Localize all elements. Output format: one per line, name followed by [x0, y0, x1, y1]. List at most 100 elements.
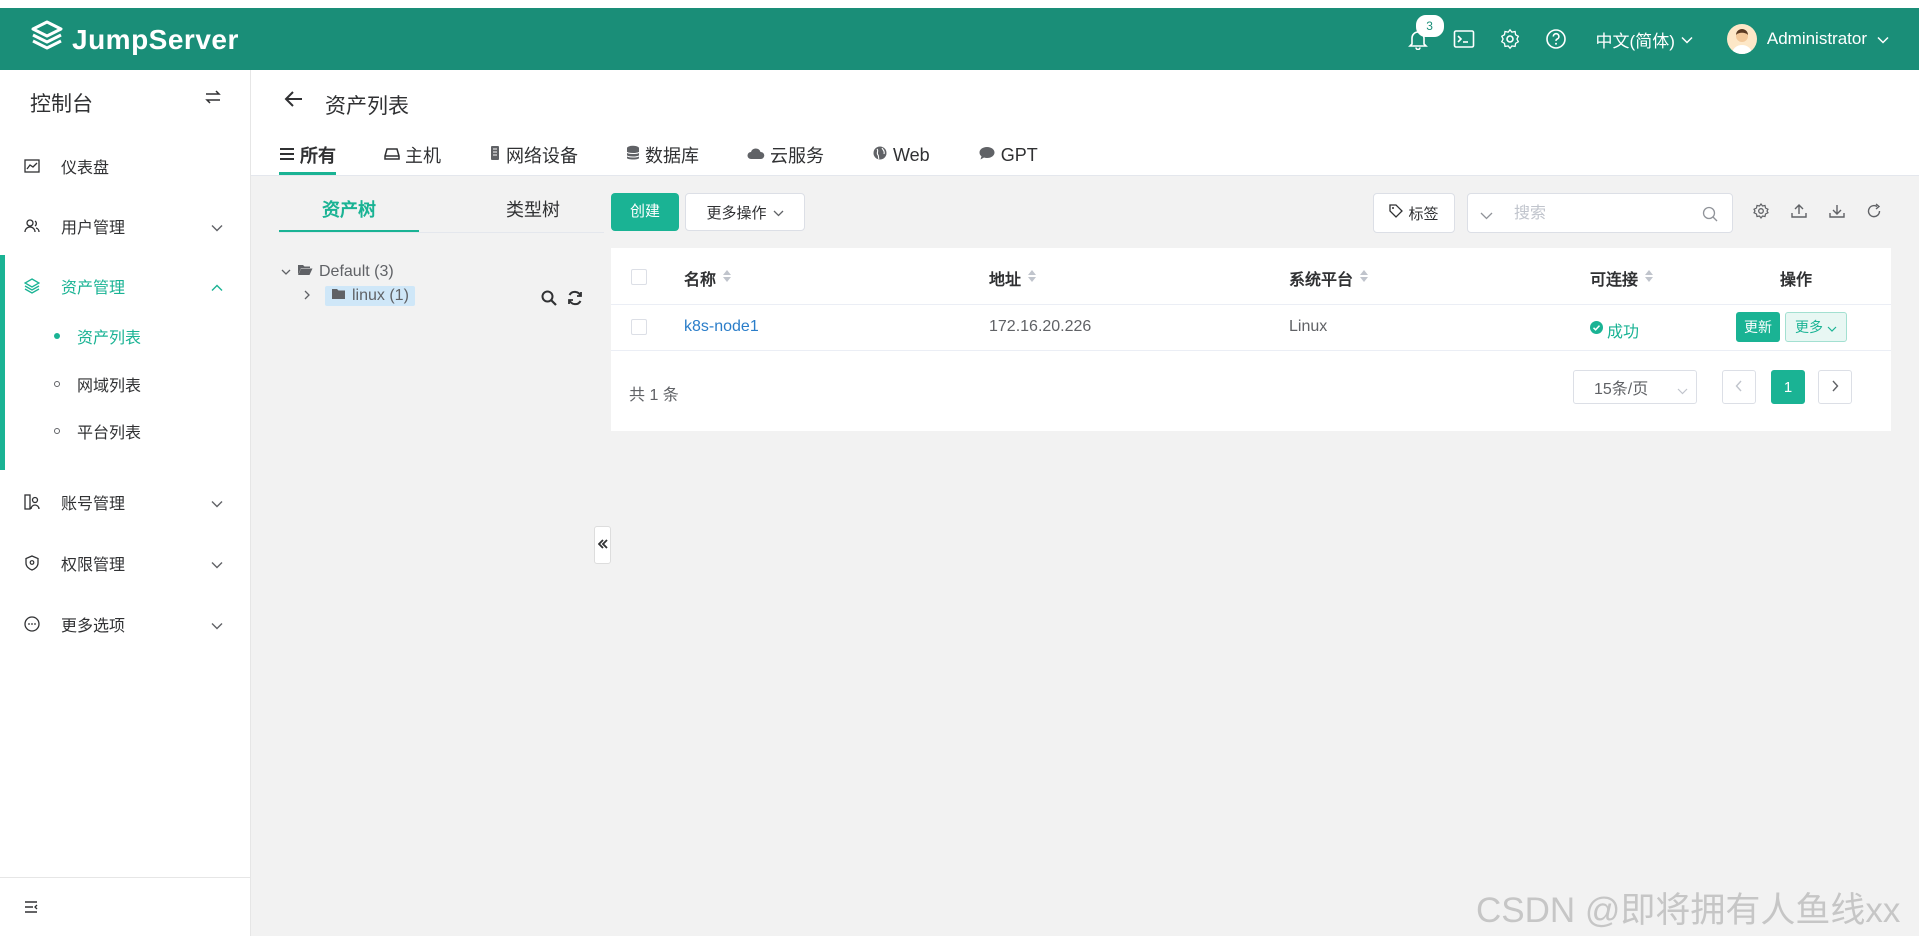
sidebar-subitem-label: 网域列表: [77, 378, 142, 395]
tree-node-label: linux (1): [352, 287, 409, 304]
sidebar-item-dashboard[interactable]: 仪表盘: [0, 141, 250, 191]
create-button[interactable]: 创建: [611, 193, 679, 231]
column-header-address[interactable]: 地址: [989, 266, 1037, 290]
sidebar-item-label: 账号管理: [61, 496, 126, 513]
chevron-down-icon: [773, 204, 784, 221]
top-strip: [0, 0, 1919, 8]
tab-web[interactable]: Web: [872, 138, 930, 172]
check-circle-icon: [1590, 321, 1603, 339]
folder-open-icon: [297, 263, 313, 281]
avatar: [1726, 24, 1757, 54]
column-label: 操作: [1780, 272, 1813, 289]
column-label: 可连接: [1590, 272, 1639, 289]
top-header: JumpServer 3 中文(简体) Administrator: [0, 8, 1919, 70]
tab-gpt[interactable]: GPT: [978, 138, 1038, 172]
collapse-tree-button[interactable]: [594, 526, 611, 564]
tags-label: 标签: [1408, 205, 1439, 223]
search-icon[interactable]: [1702, 206, 1718, 227]
terminal-icon[interactable]: [1448, 23, 1480, 55]
more-actions-button[interactable]: 更多操作: [685, 193, 805, 231]
chevron-down-icon: [281, 263, 291, 281]
next-page-button[interactable]: [1818, 370, 1852, 404]
sidebar-item-label: 更多选项: [61, 618, 126, 635]
tab-label: 网络设备: [506, 146, 578, 166]
tree-node-default[interactable]: Default (3): [281, 263, 394, 281]
help-question-icon[interactable]: [1540, 23, 1572, 55]
table-settings-gear-icon[interactable]: [1753, 203, 1769, 224]
chevron-up-icon: [211, 279, 223, 297]
device-icon: [489, 145, 501, 166]
tab-all[interactable]: 所有: [279, 138, 336, 175]
update-button[interactable]: 更新: [1736, 312, 1780, 342]
notification-bell-icon[interactable]: 3: [1402, 15, 1444, 55]
tags-button[interactable]: 标签: [1373, 193, 1455, 233]
switch-view-icon[interactable]: [205, 90, 221, 109]
tree-node-linux[interactable]: linux (1): [303, 286, 415, 306]
asset-table: 名称 地址 系统平台 可连接 操作 k8s-node1 172.16.20.22: [611, 248, 1891, 431]
tab-type-tree[interactable]: 类型树: [463, 190, 603, 230]
row-more-button[interactable]: 更多: [1785, 312, 1847, 342]
sidebar-item-assets[interactable]: 资产管理: [0, 261, 250, 311]
sidebar-item-permissions[interactable]: 权限管理: [0, 538, 250, 588]
collapse-sidebar-icon[interactable]: [24, 900, 38, 918]
status-label: 成功: [1607, 324, 1640, 341]
sidebar-item-more-options[interactable]: 更多选项: [0, 599, 250, 649]
sidebar-item-accounts[interactable]: 账号管理: [0, 477, 250, 527]
sort-icon: [1027, 269, 1037, 288]
tab-database[interactable]: 数据库: [626, 138, 699, 172]
jumpserver-logo-icon: [30, 20, 64, 59]
chat-icon: [978, 145, 996, 166]
tab-host[interactable]: 主机: [384, 138, 441, 172]
tab-network-device[interactable]: 网络设备: [489, 138, 578, 172]
column-header-name[interactable]: 名称: [684, 266, 732, 290]
connectivity-status: 成功: [1590, 318, 1639, 342]
chart-icon: [24, 158, 40, 179]
app-logo[interactable]: JumpServer: [30, 20, 239, 59]
tree-tabs: 资产树 类型树: [279, 190, 604, 234]
page-size-label: 15条/页: [1594, 381, 1649, 398]
tag-icon: [1389, 204, 1404, 222]
chevron-down-icon[interactable]: [1480, 207, 1493, 225]
prev-page-button[interactable]: [1722, 370, 1756, 404]
row-checkbox[interactable]: [631, 319, 647, 335]
settings-gear-icon[interactable]: [1494, 23, 1526, 55]
table-row: k8s-node1 172.16.20.226 Linux 成功 更新 更多: [611, 304, 1891, 351]
database-icon: [626, 145, 640, 166]
sidebar-subitem-label: 资产列表: [77, 330, 142, 347]
sidebar-item-users[interactable]: 用户管理: [0, 201, 250, 251]
upload-icon[interactable]: [1791, 203, 1807, 224]
chevron-down-icon: [1681, 29, 1693, 49]
user-menu[interactable]: Administrator: [1726, 24, 1889, 54]
page-number-current[interactable]: 1: [1771, 370, 1805, 404]
sidebar-subitem-domain-list[interactable]: 网域列表: [0, 364, 250, 404]
refresh-icon[interactable]: [567, 290, 583, 311]
download-icon[interactable]: [1829, 203, 1845, 224]
tab-cloud[interactable]: 云服务: [747, 138, 824, 172]
page-header: 资产列表 所有 主机 网络设备 数据库 云服务 Web GPT: [251, 70, 1919, 176]
layers-icon: [23, 278, 41, 299]
language-select[interactable]: 中文(简体): [1596, 27, 1693, 52]
column-header-connectivity[interactable]: 可连接: [1590, 266, 1654, 290]
search-icon[interactable]: [541, 290, 557, 311]
refresh-icon[interactable]: [1866, 203, 1882, 224]
column-header-platform[interactable]: 系统平台: [1289, 266, 1369, 290]
chevron-down-icon: [1677, 382, 1688, 400]
inactive-dot: [54, 381, 60, 387]
select-all-checkbox[interactable]: [631, 269, 647, 285]
sidebar-subitem-asset-list[interactable]: 资产列表: [0, 316, 250, 356]
sidebar-title: 控制台: [30, 93, 93, 116]
sidebar-subitem-platform-list[interactable]: 平台列表: [0, 411, 250, 451]
tab-asset-tree[interactable]: 资产树: [279, 190, 419, 232]
hdd-icon: [384, 145, 400, 166]
sidebar-subitem-label: 平台列表: [77, 425, 142, 442]
double-chevron-left-icon: [597, 536, 608, 554]
page-size-select[interactable]: 15条/页: [1573, 370, 1697, 404]
tab-label: GPT: [1000, 144, 1038, 165]
back-arrow-icon[interactable]: [284, 90, 304, 113]
asset-name-link[interactable]: k8s-node1: [684, 318, 759, 336]
search-input[interactable]: [1512, 202, 1696, 226]
row-more-label: 更多: [1795, 319, 1823, 335]
table-header-row: 名称 地址 系统平台 可连接 操作: [611, 248, 1891, 305]
user-name: Administrator: [1766, 29, 1867, 48]
sidebar-footer: [0, 877, 250, 937]
